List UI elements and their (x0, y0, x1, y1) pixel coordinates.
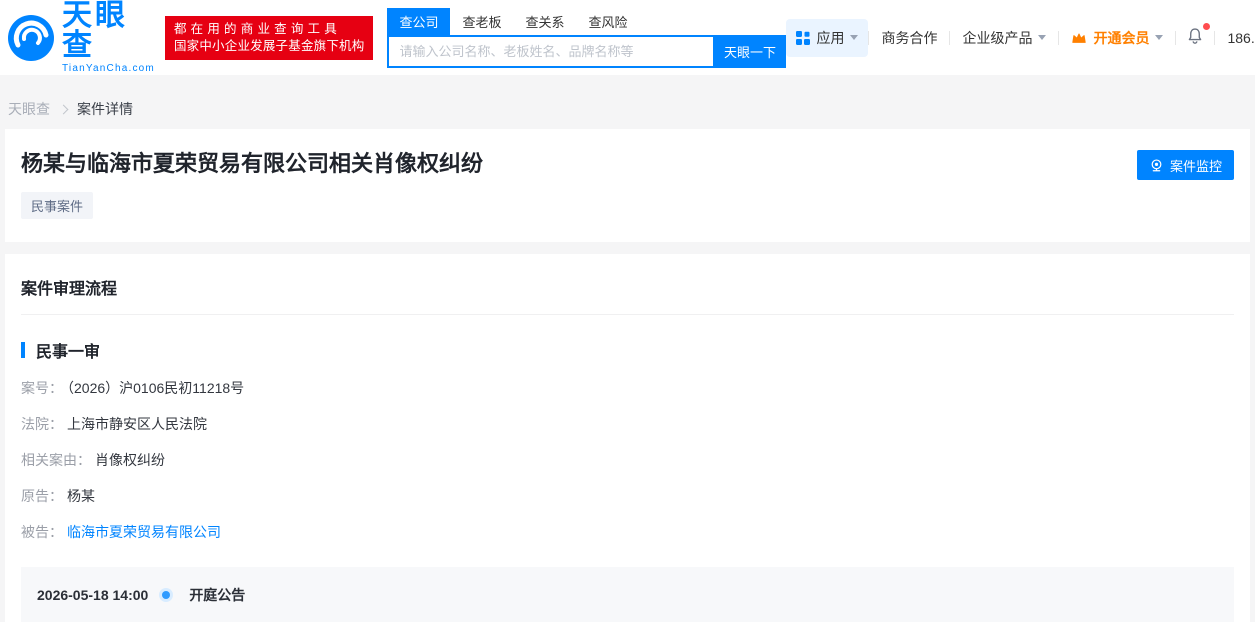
account-phone: 186... (1227, 30, 1255, 46)
breadcrumb-chevron-icon (59, 104, 69, 114)
apps-grid-icon (796, 31, 810, 45)
search-tab-查公司[interactable]: 查公司 (387, 8, 450, 35)
logo-text: 天眼查 TianYanCha.com (62, 1, 155, 74)
field-label: 案号： (21, 380, 63, 396)
chevron-down-icon (1155, 35, 1163, 40)
breadcrumb-home[interactable]: 天眼查 (8, 99, 50, 119)
page-title: 杨某与临海市夏荣贸易有限公司相关肖像权纠纷 (21, 150, 1234, 178)
brand-domain: TianYanCha.com (62, 64, 155, 74)
field-label: 法院： (21, 416, 63, 432)
bell-icon (1186, 27, 1204, 45)
field-value: 肖像权纠纷 (95, 452, 165, 468)
nav-vip-label: 开通会员 (1093, 28, 1149, 48)
search-module: 查公司查老板查关系查风险 天眼一下 (387, 8, 786, 68)
case-title-card: 杨某与临海市夏荣贸易有限公司相关肖像权纠纷 民事案件 案件监控 (5, 129, 1250, 242)
search-input[interactable] (387, 35, 713, 68)
nav-enterprise[interactable]: 企业级产品 (950, 28, 1058, 48)
notification-dot (1203, 23, 1210, 30)
tianyancha-logo[interactable]: 天眼查 TianYanCha.com (8, 1, 155, 74)
section-title: 案件审理流程 (21, 254, 1234, 315)
nav-business[interactable]: 商务合作 (869, 28, 949, 48)
search-tab-查风险[interactable]: 查风险 (577, 8, 640, 35)
monitor-camera-icon (1149, 158, 1164, 173)
timeline-dot-icon (162, 591, 170, 599)
breadcrumb: 天眼查 案件详情 (0, 75, 1255, 129)
chevron-down-icon (1038, 35, 1046, 40)
stage-accent-bar (21, 342, 25, 358)
timeline-item[interactable]: 2026-05-18 14:00 开庭公告 (37, 585, 1218, 605)
field-label: 原告： (21, 488, 63, 504)
brand-name: 天眼查 (62, 1, 155, 61)
case-monitor-label: 案件监控 (1170, 156, 1222, 175)
case-fields: 案号：（2026）沪0106民初11218号法院：上海市静安区人民法院相关案由：… (21, 378, 1234, 542)
stage-header: 民事一审 (21, 338, 1234, 362)
case-field-row: 相关案由：肖像权纠纷 (21, 450, 1234, 470)
case-process-card: 案件审理流程 民事一审 案号：（2026）沪0106民初11218号法院：上海市… (5, 254, 1250, 622)
case-type-badge: 民事案件 (21, 192, 93, 219)
nav-apps[interactable]: 应用 (786, 19, 868, 57)
timeline: 2026-05-18 14:00 开庭公告 (21, 567, 1234, 622)
chevron-down-icon (850, 35, 858, 40)
case-monitor-button[interactable]: 案件监控 (1137, 150, 1234, 180)
field-value: 上海市静安区人民法院 (67, 416, 207, 432)
notification-bell[interactable] (1176, 27, 1214, 48)
nav-enterprise-label: 企业级产品 (962, 28, 1032, 48)
slogan-line2: 国家中小企业发展子基金旗下机构 (174, 38, 365, 55)
top-header: 天眼查 TianYanCha.com 都在用的商业查询工具 国家中小企业发展子基… (0, 0, 1255, 75)
nav-apps-label: 应用 (816, 28, 844, 48)
search-tab-查老板[interactable]: 查老板 (450, 8, 513, 35)
timeline-event: 开庭公告 (189, 585, 245, 605)
case-field-row: 原告：杨某 (21, 486, 1234, 506)
timeline-date: 2026-05-18 14:00 (37, 587, 148, 603)
search-tabs: 查公司查老板查关系查风险 (387, 8, 786, 35)
nav-vip[interactable]: 开通会员 (1059, 28, 1175, 48)
case-field-row: 被告：临海市夏荣贸易有限公司 (21, 522, 1234, 542)
slogan-banner: 都在用的商业查询工具 国家中小企业发展子基金旗下机构 (165, 16, 374, 60)
field-label: 被告： (21, 524, 63, 540)
header-nav: 应用 商务合作 企业级产品 开通会员 (786, 19, 1255, 57)
field-label: 相关案由： (21, 452, 91, 468)
field-value: 杨某 (67, 488, 95, 504)
nav-account[interactable]: 186... (1215, 30, 1255, 46)
field-value: （2026）沪0106民初11218号 (67, 380, 244, 396)
nav-business-label: 商务合作 (881, 28, 937, 48)
defendant-company-link[interactable]: 临海市夏荣贸易有限公司 (67, 524, 221, 540)
slogan-line1: 都在用的商业查询工具 (174, 21, 365, 38)
crown-icon (1071, 31, 1087, 45)
search-tab-查关系[interactable]: 查关系 (514, 8, 577, 35)
breadcrumb-current: 案件详情 (77, 99, 133, 119)
search-button[interactable]: 天眼一下 (713, 35, 786, 68)
stage-title: 民事一审 (36, 338, 100, 362)
case-field-row: 法院：上海市静安区人民法院 (21, 414, 1234, 434)
case-field-row: 案号：（2026）沪0106民初11218号 (21, 378, 1234, 398)
tianyancha-logo-icon (8, 15, 54, 61)
